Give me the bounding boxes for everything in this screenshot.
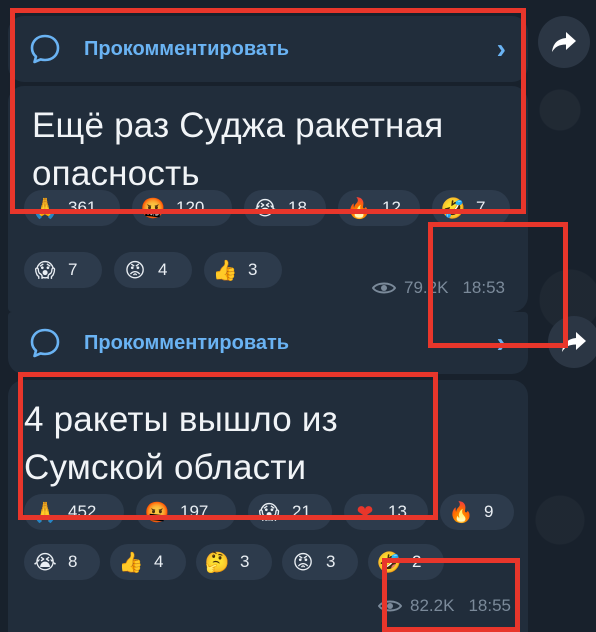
reaction-count: 2 <box>412 552 422 571</box>
share-button-post-1[interactable] <box>538 16 590 68</box>
view-count: 79.2K <box>404 278 449 297</box>
reaction-scream[interactable]: 😱 21 <box>248 494 332 530</box>
message-time: 18:55 <box>468 596 511 615</box>
message-text-post-2: 4 ракеты вышло из Сумской области <box>24 396 338 492</box>
reaction-count: 13 <box>388 502 407 521</box>
chevron-right-icon: › <box>496 327 506 358</box>
message-line: Ещё раз Суджа ракетная <box>32 106 444 145</box>
reaction-heart[interactable]: ❤ 13 <box>344 494 428 530</box>
share-arrow-icon <box>552 32 576 52</box>
reaction-count: 197 <box>180 502 209 521</box>
reaction-cursing[interactable]: 🤬 197 <box>136 494 236 530</box>
comment-bar-post-2[interactable]: Прокомментировать › <box>8 312 528 374</box>
pray-emoji-icon: 🙏 <box>32 196 58 220</box>
comment-button-label: Прокомментировать <box>84 331 290 354</box>
reaction-count: 361 <box>68 198 97 217</box>
pray-emoji-icon: 🙏 <box>32 500 58 524</box>
angry-emoji-icon: 😡 <box>124 258 146 282</box>
message-text-post-1: Ещё раз Суджа ракетная опасность <box>32 102 443 198</box>
share-button-post-2[interactable] <box>548 316 596 368</box>
rofl-emoji-icon: 🤣 <box>376 550 402 574</box>
reaction-rofl[interactable]: 🤣 7 <box>432 190 510 226</box>
heart-emoji-icon: ❤ <box>356 500 374 524</box>
fire-emoji-icon: 🔥 <box>448 500 474 524</box>
reaction-count: 3 <box>326 552 336 571</box>
crying-emoji-icon: 😭 <box>33 550 57 574</box>
reaction-thinking[interactable]: 🤔 3 <box>196 544 272 580</box>
reaction-angry[interactable]: 😡 4 <box>114 252 192 288</box>
reaction-count: 21 <box>292 502 311 521</box>
comment-bar-post-1[interactable]: Прокомментировать › <box>8 16 528 82</box>
eye-icon <box>378 600 402 612</box>
comment-bubble-icon <box>30 34 60 64</box>
scream-emoji-icon: 😱 <box>34 258 56 282</box>
reaction-crying[interactable]: 😭 18 <box>244 190 326 226</box>
reaction-count: 3 <box>248 260 258 279</box>
message-meta-post-1: 79.2K 18:53 <box>372 278 505 298</box>
reaction-count: 120 <box>176 198 205 217</box>
reaction-count: 9 <box>484 502 494 521</box>
message-meta-post-2: 82.2K 18:55 <box>378 596 511 616</box>
reaction-pray[interactable]: 🙏 361 <box>24 190 120 226</box>
cursing-emoji-icon: 🤬 <box>140 196 166 220</box>
reaction-count: 4 <box>154 552 164 571</box>
cursing-emoji-icon: 🤬 <box>144 500 170 524</box>
comment-button-label: Прокомментировать <box>84 37 290 60</box>
reaction-thumbs-up[interactable]: 👍 4 <box>110 544 186 580</box>
reaction-crying[interactable]: 😭 8 <box>24 544 100 580</box>
reaction-count: 18 <box>288 198 307 217</box>
rofl-emoji-icon: 🤣 <box>440 196 466 220</box>
reaction-count: 452 <box>68 502 97 521</box>
thinking-emoji-icon: 🤔 <box>204 550 230 574</box>
thumbs-up-emoji-icon: 👍 <box>212 258 238 282</box>
reaction-angry[interactable]: 😡 3 <box>282 544 358 580</box>
reaction-pray[interactable]: 🙏 452 <box>24 494 124 530</box>
message-time: 18:53 <box>462 278 505 297</box>
share-arrow-icon <box>562 332 586 352</box>
comment-bubble-icon <box>30 328 60 358</box>
reaction-rofl[interactable]: 🤣 2 <box>368 544 444 580</box>
reaction-fire[interactable]: 🔥 12 <box>338 190 420 226</box>
reaction-count: 7 <box>68 260 78 279</box>
reaction-count: 8 <box>68 552 78 571</box>
reaction-count: 7 <box>476 198 486 217</box>
chevron-right-icon: › <box>496 33 506 64</box>
fire-emoji-icon: 🔥 <box>346 196 372 220</box>
reaction-count: 12 <box>382 198 401 217</box>
thumbs-up-emoji-icon: 👍 <box>118 550 144 574</box>
angry-emoji-icon: 😡 <box>292 550 314 574</box>
message-line: Сумской области <box>24 448 307 487</box>
eye-icon <box>372 282 396 294</box>
crying-emoji-icon: 😭 <box>253 196 277 220</box>
reaction-count: 3 <box>240 552 250 571</box>
reaction-scream[interactable]: 😱 7 <box>24 252 102 288</box>
scream-emoji-icon: 😱 <box>258 500 280 524</box>
reaction-cursing[interactable]: 🤬 120 <box>132 190 232 226</box>
view-count: 82.2K <box>410 596 455 615</box>
message-line: 4 ракеты вышло из <box>24 400 338 439</box>
reaction-count: 4 <box>158 260 168 279</box>
reaction-thumbs-up[interactable]: 👍 3 <box>204 252 282 288</box>
reaction-fire[interactable]: 🔥 9 <box>440 494 514 530</box>
